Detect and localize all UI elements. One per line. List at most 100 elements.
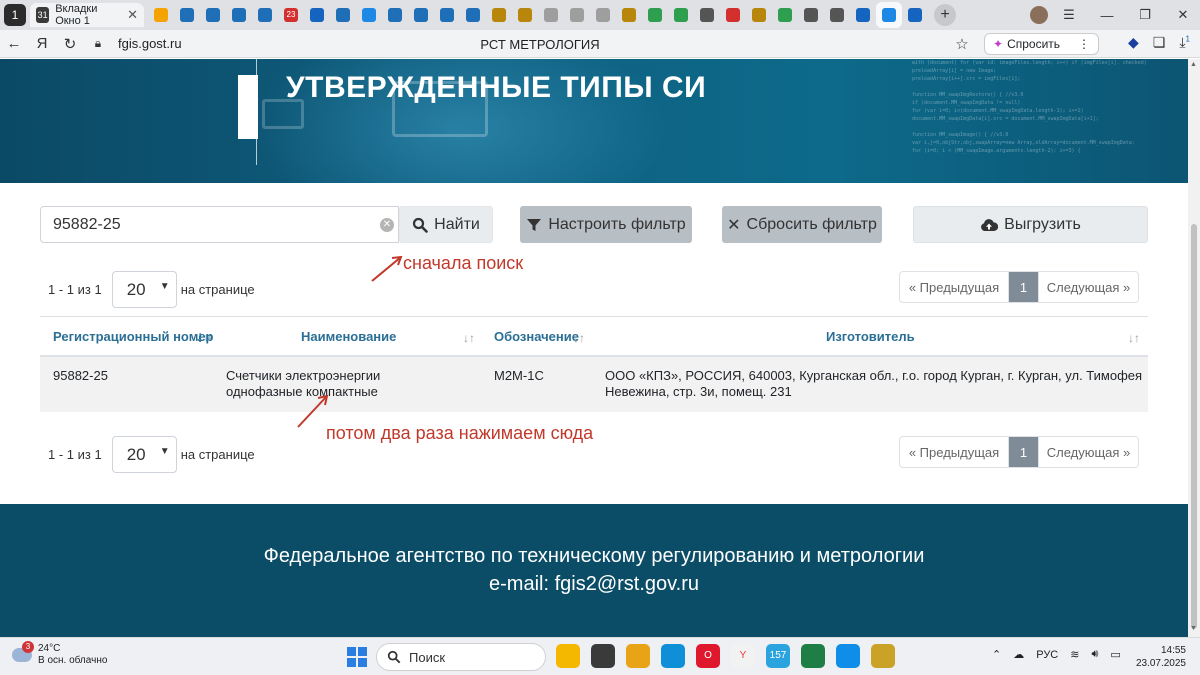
site-favicon-1[interactable] — [174, 2, 200, 28]
emblem-favicon-2[interactable] — [512, 2, 538, 28]
onedrive-icon[interactable]: ☁ — [1013, 648, 1024, 661]
volume-icon[interactable]: 🔊︎ — [1091, 648, 1098, 661]
col-header-designation[interactable]: Обозначение — [494, 329, 579, 344]
scroll-up-icon[interactable]: ▲ — [1190, 61, 1197, 68]
profile-avatar[interactable] — [1030, 6, 1048, 24]
next-page-button[interactable]: Следующая » — [1038, 272, 1138, 302]
emblem-favicon-1[interactable] — [486, 2, 512, 28]
site-favicon-3[interactable] — [226, 2, 252, 28]
minimize-icon[interactable]: — — [1090, 8, 1124, 23]
green-cross-favicon-2[interactable] — [668, 2, 694, 28]
table-row[interactable]: 95882-25 Счетчики электроэнергии однофаз… — [40, 357, 1148, 412]
emblem-favicon-3[interactable] — [616, 2, 642, 28]
blue-dot-favicon-2[interactable] — [902, 2, 928, 28]
yandex-browser-icon[interactable]: Y — [731, 644, 755, 668]
search-input[interactable] — [41, 207, 371, 242]
badge-favicon[interactable]: 23 — [278, 2, 304, 28]
figure-favicon-2[interactable] — [798, 2, 824, 28]
site-favicon-6[interactable] — [330, 2, 356, 28]
sort-icon-name[interactable]: ↓↑ — [463, 331, 475, 345]
task-view-icon[interactable] — [591, 644, 615, 668]
figure-favicon-1[interactable] — [694, 2, 720, 28]
banner-code-text: with (document) for (var id: imageFiles.… — [912, 60, 1147, 154]
shield-favicon[interactable] — [356, 2, 382, 28]
document-favicon-2[interactable] — [564, 2, 590, 28]
site-favicon-4[interactable] — [252, 2, 278, 28]
clear-icon[interactable]: ✕ — [380, 218, 394, 232]
find-button[interactable]: Найти — [399, 206, 493, 243]
more-options-icon[interactable]: ⋮ — [1078, 37, 1090, 51]
tab-close-icon[interactable]: ✕ — [127, 7, 138, 23]
taskbar-search[interactable]: Поиск — [376, 643, 546, 671]
windows-start-icon[interactable] — [347, 647, 367, 667]
site-favicon-5[interactable] — [304, 2, 330, 28]
table-header: Регистрационный номер ⇃≡ Наименование ↓↑… — [40, 316, 1148, 357]
ask-ai-button[interactable]: ✦ Спросить ⋮ — [984, 33, 1100, 55]
sort-icon-designation[interactable]: ↓↑ — [573, 331, 585, 345]
spreadsheet-icon[interactable] — [801, 644, 825, 668]
opera-icon[interactable]: O — [696, 644, 720, 668]
notes-app-icon[interactable] — [871, 644, 895, 668]
blue-dot-favicon-1[interactable] — [850, 2, 876, 28]
green-cross-favicon-1[interactable] — [642, 2, 668, 28]
page-scrollbar[interactable]: ▲ ▼ — [1188, 59, 1200, 637]
page-size-value: 20 — [126, 279, 146, 299]
tab-counter[interactable]: 1 — [4, 4, 26, 26]
collections-icon[interactable]: ❏ — [1153, 34, 1166, 51]
telegram-icon[interactable]: 157 — [766, 644, 790, 668]
clock[interactable]: 14:55 23.07.2025 — [1136, 644, 1186, 670]
banner-divider — [256, 59, 257, 165]
cell-name[interactable]: Счетчики электроэнергии однофазные компа… — [226, 368, 451, 400]
double-chevron-right-icon: » — [1119, 444, 1131, 460]
col-header-name[interactable]: Наименование — [301, 329, 396, 344]
extension-icon[interactable]: ◆ — [1128, 34, 1139, 51]
green-cross-favicon-3[interactable] — [772, 2, 798, 28]
edge-icon[interactable] — [661, 644, 685, 668]
active-site-favicon[interactable] — [876, 2, 902, 28]
folder-icon[interactable] — [626, 644, 650, 668]
site-favicon-8[interactable] — [408, 2, 434, 28]
red-diamond-favicon[interactable] — [720, 2, 746, 28]
menu-icon[interactable]: ☰ — [1052, 7, 1086, 23]
figure-favicon-3[interactable] — [824, 2, 850, 28]
site-favicon-2[interactable] — [200, 2, 226, 28]
export-button[interactable]: Выгрузить — [913, 206, 1148, 243]
file-explorer-icon[interactable] — [556, 644, 580, 668]
document-favicon-3[interactable] — [590, 2, 616, 28]
restore-icon[interactable]: ❐ — [1128, 7, 1162, 23]
site-favicon-10[interactable] — [460, 2, 486, 28]
sort-icon-manufacturer[interactable]: ↓↑ — [1128, 331, 1140, 345]
site-favicon-7[interactable] — [382, 2, 408, 28]
configure-filter-label: Настроить фильтр — [548, 215, 686, 233]
chevron-up-icon[interactable]: ⌃ — [992, 648, 1001, 661]
close-window-icon[interactable]: ✕ — [1166, 7, 1200, 23]
next-page-button-bottom[interactable]: Следующая » — [1038, 437, 1138, 467]
reset-filter-button[interactable]: ✕ Сбросить фильтр — [722, 206, 882, 243]
col-header-reg-number[interactable]: Регистрационный номер — [53, 329, 214, 344]
configure-filter-button[interactable]: Настроить фильтр — [520, 206, 692, 243]
site-favicon-9[interactable] — [434, 2, 460, 28]
page-size-select-bottom[interactable]: 20 ▼ — [111, 436, 177, 473]
col-header-manufacturer[interactable]: Изготовитель — [826, 329, 915, 344]
language-indicator[interactable]: РУС — [1036, 649, 1058, 661]
bookmark-icon[interactable]: ☆ — [948, 35, 976, 53]
scrollbar-thumb[interactable] — [1191, 224, 1197, 629]
prev-page-button-bottom[interactable]: « Предыдущая — [900, 437, 1009, 467]
prev-page-button[interactable]: « Предыдущая — [900, 272, 1009, 302]
filter-icon — [527, 218, 542, 231]
wifi-icon[interactable]: ≋ — [1070, 648, 1079, 661]
page-size-select[interactable]: 20 ▼ — [111, 271, 177, 308]
new-tab-button[interactable]: + — [934, 4, 956, 26]
page-1-button-bottom[interactable]: 1 — [1009, 437, 1038, 467]
footer-email[interactable]: e-mail: fgis2@rst.gov.ru — [0, 573, 1188, 596]
battery-icon[interactable]: ▭ — [1110, 648, 1120, 661]
document-favicon-1[interactable] — [538, 2, 564, 28]
mail-favicon[interactable] — [148, 2, 174, 28]
sort-desc-icon[interactable]: ⇃≡ — [195, 331, 212, 345]
scroll-down-icon[interactable]: ▼ — [1190, 625, 1197, 632]
tab-active[interactable]: 31 Вкладки Окно 1 ✕ — [30, 3, 144, 27]
page-1-button[interactable]: 1 — [1009, 272, 1038, 302]
downloads-icon[interactable]: ⤓1 — [1179, 34, 1190, 51]
emblem-favicon-4[interactable] — [746, 2, 772, 28]
teamviewer-icon[interactable] — [836, 644, 860, 668]
